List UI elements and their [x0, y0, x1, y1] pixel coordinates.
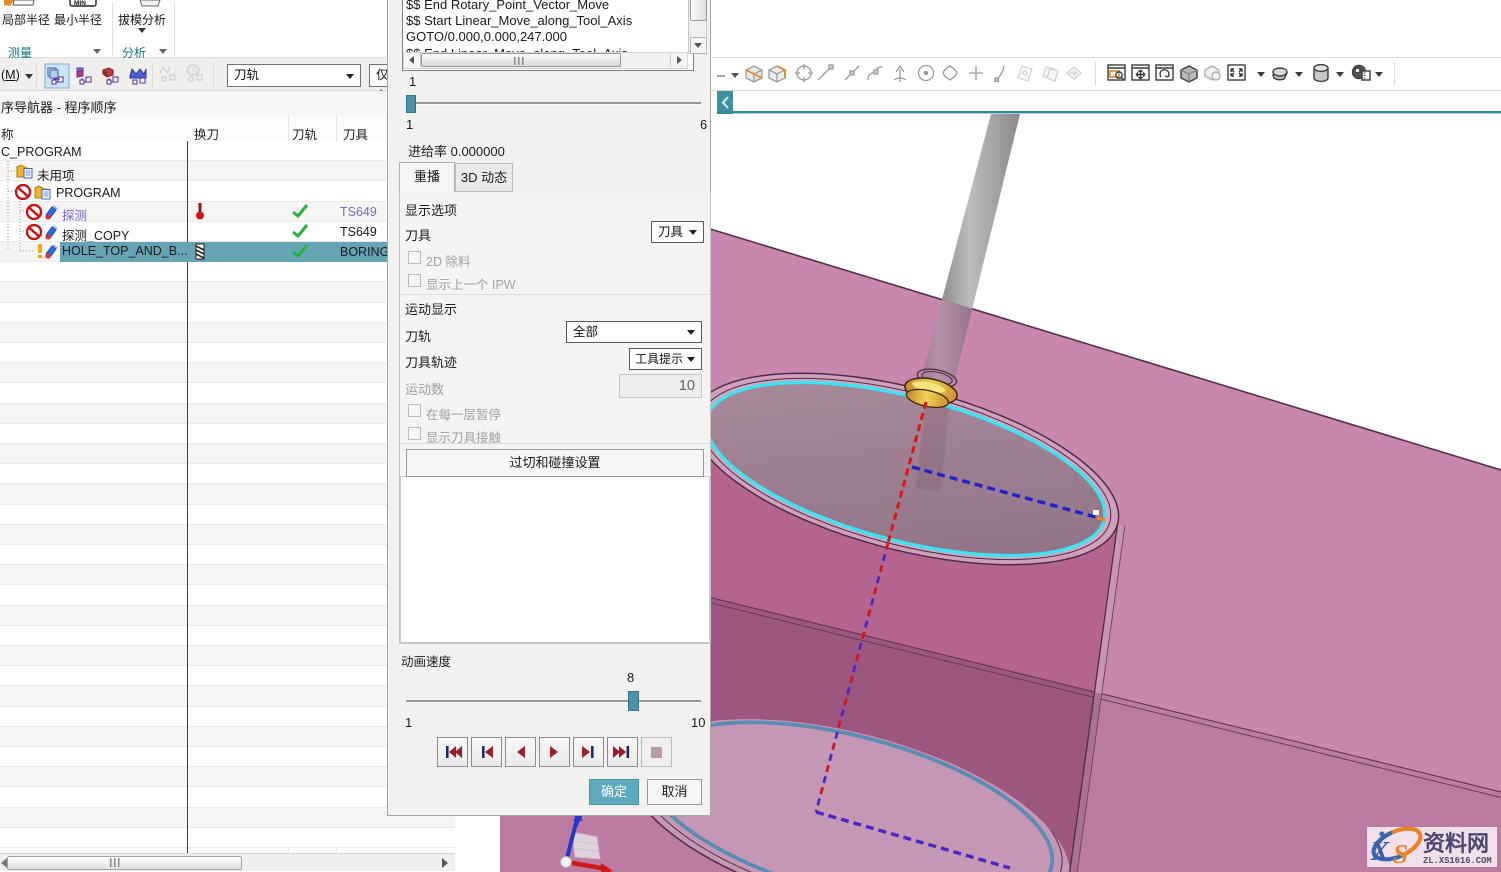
svg-text:资料网: 资料网 — [1423, 831, 1489, 856]
svg-text:X: X — [1370, 836, 1390, 866]
svg-text:MIN: MIN — [74, 0, 86, 7]
svg-text:ZL.XS1616.COM: ZL.XS1616.COM — [1423, 856, 1492, 866]
svg-text:S: S — [1393, 839, 1408, 869]
